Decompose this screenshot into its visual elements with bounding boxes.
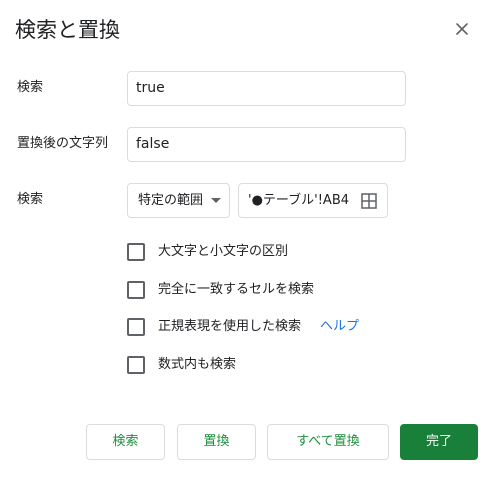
replace-button[interactable]: 置換 [177,424,256,460]
range-input[interactable]: '●テーブル'!AB4 [238,183,388,218]
close-icon[interactable] [451,18,473,40]
dialog-title: 検索と置換 [15,18,120,42]
match-entire-cell-checkbox[interactable] [127,281,145,299]
done-button[interactable]: 完了 [400,424,478,460]
match-case-checkbox[interactable] [127,243,145,261]
select-range-grid-icon[interactable] [361,193,377,209]
find-button[interactable]: 検索 [86,424,165,460]
match-entire-cell-label: 完全に一致するセルを検索 [158,282,315,297]
find-label: 検索 [17,80,44,95]
replace-label: 置換後の文字列 [17,136,109,151]
help-link[interactable]: ヘルプ [320,317,359,337]
replace-input[interactable]: false [127,127,406,162]
regex-checkbox[interactable] [127,318,145,336]
scope-dropdown[interactable]: 特定の範囲 [127,183,230,218]
match-case-label: 大文字と小文字の区別 [158,244,289,259]
search-formulas-checkbox[interactable] [127,356,145,374]
replace-all-button[interactable]: すべて置換 [267,424,389,460]
scope-selected-value: 特定の範囲 [138,193,204,208]
find-input[interactable]: true [127,71,406,106]
regex-label: 正規表現を使用した検索 [158,319,302,334]
find-replace-dialog: 検索と置換 検索 true 置換後の文字列 false 検索 特定の範囲 '●テ… [0,0,491,482]
range-value: '●テーブル'!AB4 [248,193,350,208]
caret-down-icon [211,198,221,203]
search-formulas-label: 数式内も検索 [158,357,237,372]
scope-label: 検索 [17,192,44,207]
